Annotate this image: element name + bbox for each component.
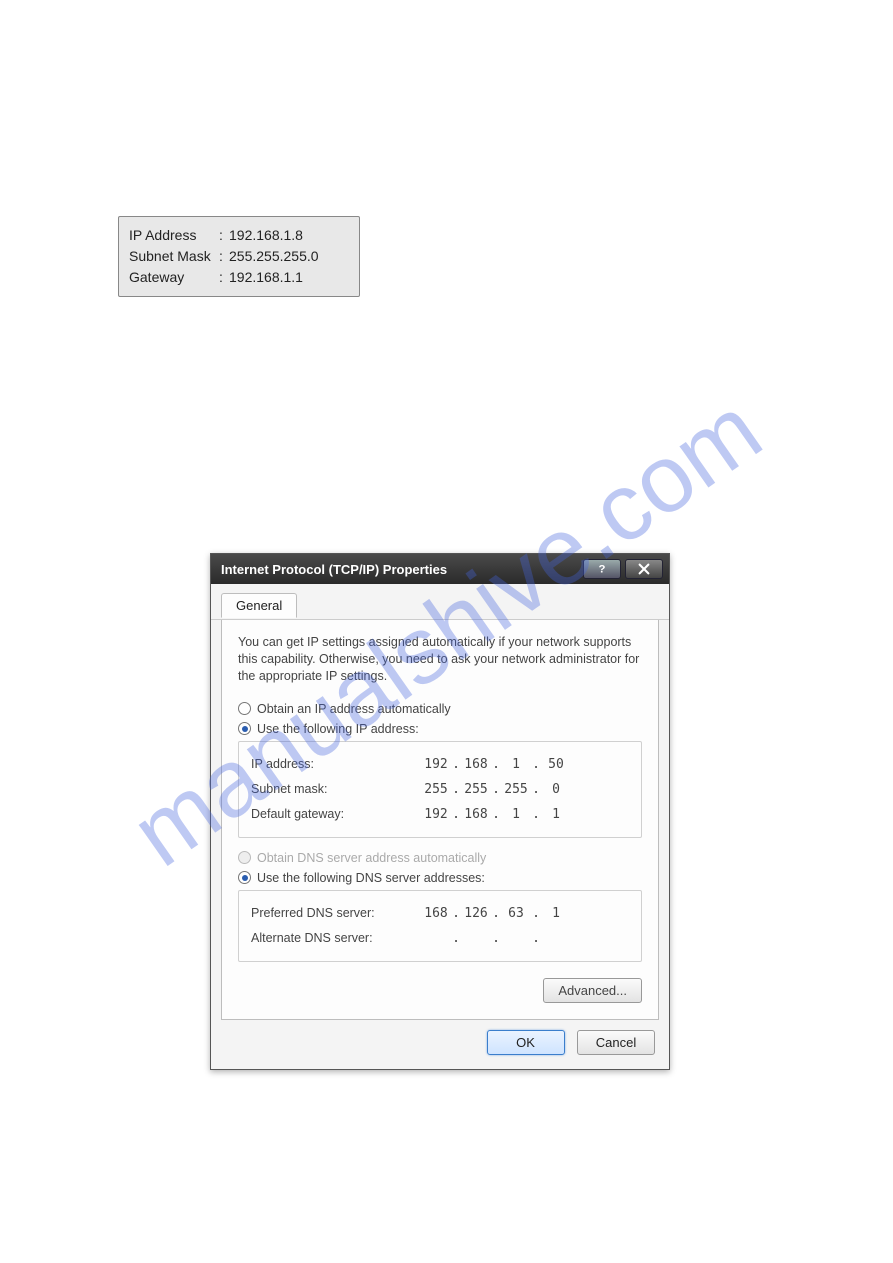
alt-dns-label: Alternate DNS server:: [251, 931, 421, 945]
option-use-dns[interactable]: Use the following DNS server addresses:: [238, 868, 642, 888]
ip-octet[interactable]: 192: [421, 807, 451, 822]
info-row-ip: IP Address : 192.168.1.8: [129, 225, 349, 246]
label-use-dns: Use the following DNS server addresses:: [257, 871, 485, 885]
info-ip-value: 192.168.1.8: [229, 225, 303, 246]
info-gw-label: Gateway: [129, 267, 219, 288]
label-obtain-ip: Obtain an IP address automatically: [257, 702, 451, 716]
tabstrip: General: [211, 584, 669, 620]
radio-use-ip[interactable]: [238, 722, 251, 735]
info-gw-value: 192.168.1.1: [229, 267, 303, 288]
close-button[interactable]: [625, 559, 663, 579]
row-ip-address: IP address: 192. 168. 1. 50: [251, 752, 629, 777]
row-gateway: Default gateway: 192. 168. 1. 1: [251, 802, 629, 827]
option-use-ip[interactable]: Use the following IP address:: [238, 719, 642, 739]
gateway-input[interactable]: 192. 168. 1. 1: [421, 807, 591, 822]
info-row-mask: Subnet Mask : 255.255.255.0: [129, 246, 349, 267]
help-button[interactable]: ?: [583, 559, 621, 579]
help-icon: ?: [595, 562, 609, 576]
ip-octet[interactable]: 50: [541, 757, 571, 772]
info-colon: :: [219, 267, 229, 288]
ip-octet[interactable]: 63: [501, 906, 531, 921]
description-text: You can get IP settings assigned automat…: [238, 634, 642, 685]
ip-octet[interactable]: 0: [541, 782, 571, 797]
ip-octet[interactable]: 255: [501, 782, 531, 797]
info-colon: :: [219, 246, 229, 267]
ip-group: IP address: 192. 168. 1. 50 Subnet mask:…: [238, 741, 642, 838]
advanced-row: Advanced...: [238, 972, 642, 1005]
dns-group: Preferred DNS server: 168. 126. 63. 1 Al…: [238, 890, 642, 962]
advanced-button[interactable]: Advanced...: [543, 978, 642, 1003]
pref-dns-label: Preferred DNS server:: [251, 906, 421, 920]
ip-octet[interactable]: 168: [461, 807, 491, 822]
ip-octet[interactable]: 192: [421, 757, 451, 772]
tab-body: You can get IP settings assigned automat…: [221, 620, 659, 1020]
ip-octet[interactable]: 168: [461, 757, 491, 772]
close-icon: [637, 562, 651, 576]
tab-general[interactable]: General: [221, 593, 297, 618]
subnet-label: Subnet mask:: [251, 782, 421, 796]
pref-dns-input[interactable]: 168. 126. 63. 1: [421, 906, 591, 921]
info-row-gateway: Gateway : 192.168.1.1: [129, 267, 349, 288]
ip-octet[interactable]: 255: [421, 782, 451, 797]
ip-address-label: IP address:: [251, 757, 421, 771]
ip-address-input[interactable]: 192. 168. 1. 50: [421, 757, 591, 772]
gateway-label: Default gateway:: [251, 807, 421, 821]
svg-text:?: ?: [599, 564, 606, 576]
cancel-button[interactable]: Cancel: [577, 1030, 655, 1055]
row-subnet: Subnet mask: 255. 255. 255. 0: [251, 777, 629, 802]
label-use-ip: Use the following IP address:: [257, 722, 419, 736]
row-alt-dns: Alternate DNS server: . . .: [251, 926, 629, 951]
option-obtain-dns: Obtain DNS server address automatically: [238, 848, 642, 868]
info-mask-label: Subnet Mask: [129, 246, 219, 267]
option-obtain-ip[interactable]: Obtain an IP address automatically: [238, 699, 642, 719]
info-colon: :: [219, 225, 229, 246]
ip-octet[interactable]: 126: [461, 906, 491, 921]
ip-octet[interactable]: 1: [541, 807, 571, 822]
radio-obtain-dns: [238, 851, 251, 864]
alt-dns-input[interactable]: . . .: [421, 931, 591, 946]
radio-obtain-ip[interactable]: [238, 702, 251, 715]
ip-octet[interactable]: 1: [501, 757, 531, 772]
network-info-box: IP Address : 192.168.1.8 Subnet Mask : 2…: [118, 216, 360, 297]
dialog-button-row: OK Cancel: [211, 1020, 669, 1069]
row-pref-dns: Preferred DNS server: 168. 126. 63. 1: [251, 901, 629, 926]
ip-octet[interactable]: 1: [541, 906, 571, 921]
info-ip-label: IP Address: [129, 225, 219, 246]
titlebar[interactable]: Internet Protocol (TCP/IP) Properties ?: [211, 554, 669, 584]
ip-octet[interactable]: 255: [461, 782, 491, 797]
ip-octet[interactable]: 168: [421, 906, 451, 921]
label-obtain-dns: Obtain DNS server address automatically: [257, 851, 486, 865]
ok-button[interactable]: OK: [487, 1030, 565, 1055]
dialog-title: Internet Protocol (TCP/IP) Properties: [221, 562, 579, 577]
info-mask-value: 255.255.255.0: [229, 246, 319, 267]
subnet-input[interactable]: 255. 255. 255. 0: [421, 782, 591, 797]
ip-octet[interactable]: 1: [501, 807, 531, 822]
tcpip-properties-dialog: Internet Protocol (TCP/IP) Properties ? …: [210, 553, 670, 1070]
radio-use-dns[interactable]: [238, 871, 251, 884]
